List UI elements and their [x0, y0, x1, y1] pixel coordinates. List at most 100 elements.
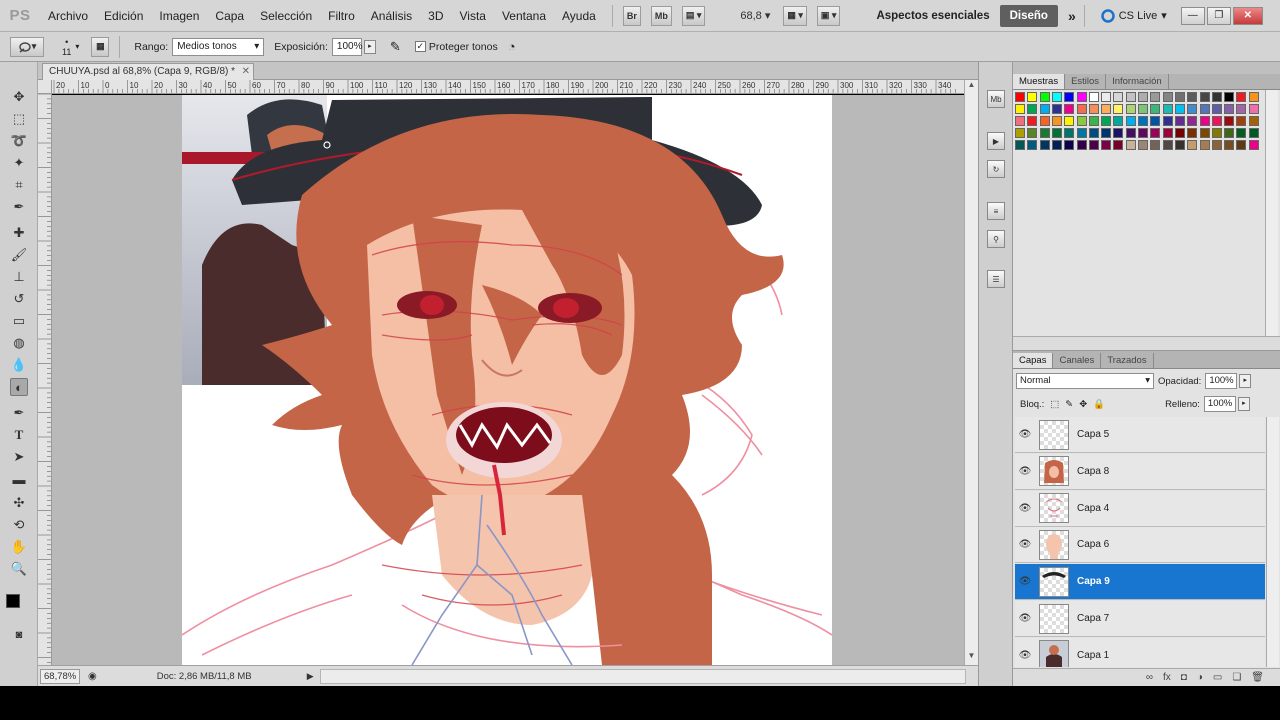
menu-ventana[interactable]: Ventana — [494, 0, 554, 32]
swatch[interactable] — [1138, 92, 1148, 102]
swatch[interactable] — [1150, 116, 1161, 126]
scroll-down-icon[interactable]: ▼ — [965, 651, 978, 665]
swatch[interactable] — [1199, 116, 1210, 126]
brush-panel-button[interactable]: ▦ — [91, 36, 110, 57]
swatch[interactable] — [1138, 128, 1148, 138]
swatch[interactable] — [1138, 140, 1148, 150]
swatch[interactable] — [1064, 92, 1075, 102]
visibility-eye-icon[interactable]: 👁 — [1015, 503, 1035, 514]
swatch[interactable] — [1125, 104, 1136, 114]
swatches-scrollbar[interactable] — [1265, 90, 1278, 350]
eyedropper-tool-icon[interactable]: ✒ — [10, 198, 28, 216]
menu-análisis[interactable]: Análisis — [363, 0, 420, 32]
menu-selección[interactable]: Selección — [252, 0, 320, 32]
lock-paint-icon[interactable]: ✎ — [1065, 399, 1073, 410]
opacity-slider-button[interactable]: ▸ — [1239, 374, 1252, 388]
swatch[interactable] — [1101, 104, 1112, 114]
rectangle-tool-icon[interactable]: ▬ — [10, 470, 28, 488]
swatch[interactable] — [1027, 104, 1038, 114]
exposure-slider-button[interactable]: ▸ — [363, 39, 376, 54]
tab-capas[interactable]: Capas — [1013, 353, 1054, 368]
tablet-pressure-icon[interactable]: ◔ — [508, 39, 516, 54]
layer-row[interactable]: 👁 Capa 6 — [1015, 527, 1265, 564]
swatch[interactable] — [1039, 92, 1050, 102]
swatch[interactable] — [1211, 104, 1222, 114]
swatch[interactable] — [1199, 92, 1210, 102]
swatch[interactable] — [1125, 140, 1136, 150]
swatch[interactable] — [1113, 140, 1124, 150]
exposure-input[interactable]: 100% — [331, 37, 363, 56]
menu-vista[interactable]: Vista — [452, 0, 494, 32]
swatch[interactable] — [1138, 116, 1148, 126]
layer-row[interactable]: 👁 Capa 7 — [1015, 601, 1265, 637]
zoom-status-field[interactable]: 68,78% — [40, 668, 80, 684]
swatch[interactable] — [1088, 140, 1099, 150]
menu-ayuda[interactable]: Ayuda — [554, 0, 604, 32]
visibility-eye-icon[interactable]: 👁 — [1015, 613, 1035, 624]
visibility-eye-icon[interactable]: 👁 — [1015, 650, 1035, 661]
screen-mode-button[interactable]: ▣ ▾ — [816, 5, 841, 26]
lock-all-icon[interactable]: 🔒 — [1093, 399, 1105, 410]
3d-rotate-tool-icon[interactable]: ✣ — [10, 494, 28, 512]
lock-transparency-icon[interactable]: ⬚ — [1050, 399, 1059, 410]
swatch[interactable] — [1039, 140, 1050, 150]
more-workspaces-icon[interactable]: » — [1068, 8, 1076, 24]
blur-tool-icon[interactable]: 💧 — [10, 356, 28, 374]
vertical-scrollbar[interactable]: ▲ ▼ — [964, 80, 978, 665]
move-tool-icon[interactable]: ✥ — [10, 88, 28, 106]
layer-row[interactable]: 👁 Capa 8 — [1015, 453, 1265, 490]
document-tab[interactable]: CHUUYA.psd al 68,8% (Capa 9, RGB/8) * ✕ — [42, 63, 255, 80]
tab-información[interactable]: Información — [1106, 74, 1169, 89]
swatch[interactable] — [1015, 140, 1025, 150]
workspace-design-button[interactable]: Diseño — [999, 4, 1058, 27]
fill-slider-button[interactable]: ▸ — [1237, 397, 1250, 411]
swatch[interactable] — [1064, 116, 1075, 126]
blend-mode-select[interactable]: Normal ▾ — [1016, 373, 1154, 389]
swatch[interactable] — [1113, 104, 1124, 114]
layer-row[interactable]: 👁 Capa 1 — [1015, 637, 1265, 667]
new-layer-icon[interactable]: ❏ — [1232, 672, 1241, 683]
link-layers-icon[interactable]: ∞ — [1146, 672, 1153, 683]
swatch[interactable] — [1113, 92, 1124, 102]
swatch[interactable] — [1236, 128, 1247, 138]
close-tab-icon[interactable]: ✕ — [242, 66, 250, 77]
close-button[interactable]: ✕ — [1232, 6, 1263, 25]
swatch[interactable] — [1039, 104, 1050, 114]
hand-tool-icon[interactable]: ✋ — [10, 538, 28, 556]
swatch[interactable] — [1039, 128, 1050, 138]
zoom-tool-icon[interactable]: 🔍 — [10, 560, 28, 578]
marquee-tool-icon[interactable]: ⬚ — [10, 110, 28, 128]
swatch[interactable] — [1224, 104, 1235, 114]
swatch[interactable] — [1051, 104, 1062, 114]
status-menu-arrow-icon[interactable]: ▶ — [307, 671, 314, 682]
swatch[interactable] — [1211, 92, 1222, 102]
swatch[interactable] — [1236, 140, 1247, 150]
menu-filtro[interactable]: Filtro — [320, 0, 363, 32]
status-info-icon[interactable]: ◉ — [88, 671, 97, 682]
visibility-eye-icon[interactable]: 👁 — [1015, 466, 1035, 477]
brush-presets-icon[interactable]: ☰ — [987, 270, 1005, 288]
tab-trazados[interactable]: Trazados — [1101, 353, 1154, 368]
swatch[interactable] — [1150, 140, 1161, 150]
swatch[interactable] — [1015, 92, 1025, 102]
layer-row[interactable]: 👁 Capa 4 — [1015, 490, 1265, 527]
airbrush-icon[interactable]: ✎ — [390, 39, 401, 55]
swatch[interactable] — [1162, 116, 1173, 126]
swatch[interactable] — [1101, 92, 1112, 102]
menu-imagen[interactable]: Imagen — [151, 0, 207, 32]
swatch[interactable] — [1211, 128, 1222, 138]
mini-bridge-button[interactable]: Mb — [650, 5, 672, 26]
swatch[interactable] — [1027, 140, 1038, 150]
swatch[interactable] — [1027, 92, 1038, 102]
swatch[interactable] — [1051, 92, 1062, 102]
restore-button[interactable]: ❐ — [1206, 6, 1231, 25]
swatch[interactable] — [1187, 92, 1198, 102]
swatch[interactable] — [1174, 104, 1185, 114]
swatch[interactable] — [1138, 104, 1148, 114]
scroll-up-icon[interactable]: ▲ — [965, 80, 978, 94]
swatch[interactable] — [1125, 92, 1136, 102]
type-tool-icon[interactable]: T — [10, 426, 28, 444]
swatch[interactable] — [1248, 92, 1259, 102]
paint-bucket-tool-icon[interactable]: ◍ — [10, 334, 28, 352]
swatch[interactable] — [1125, 116, 1136, 126]
